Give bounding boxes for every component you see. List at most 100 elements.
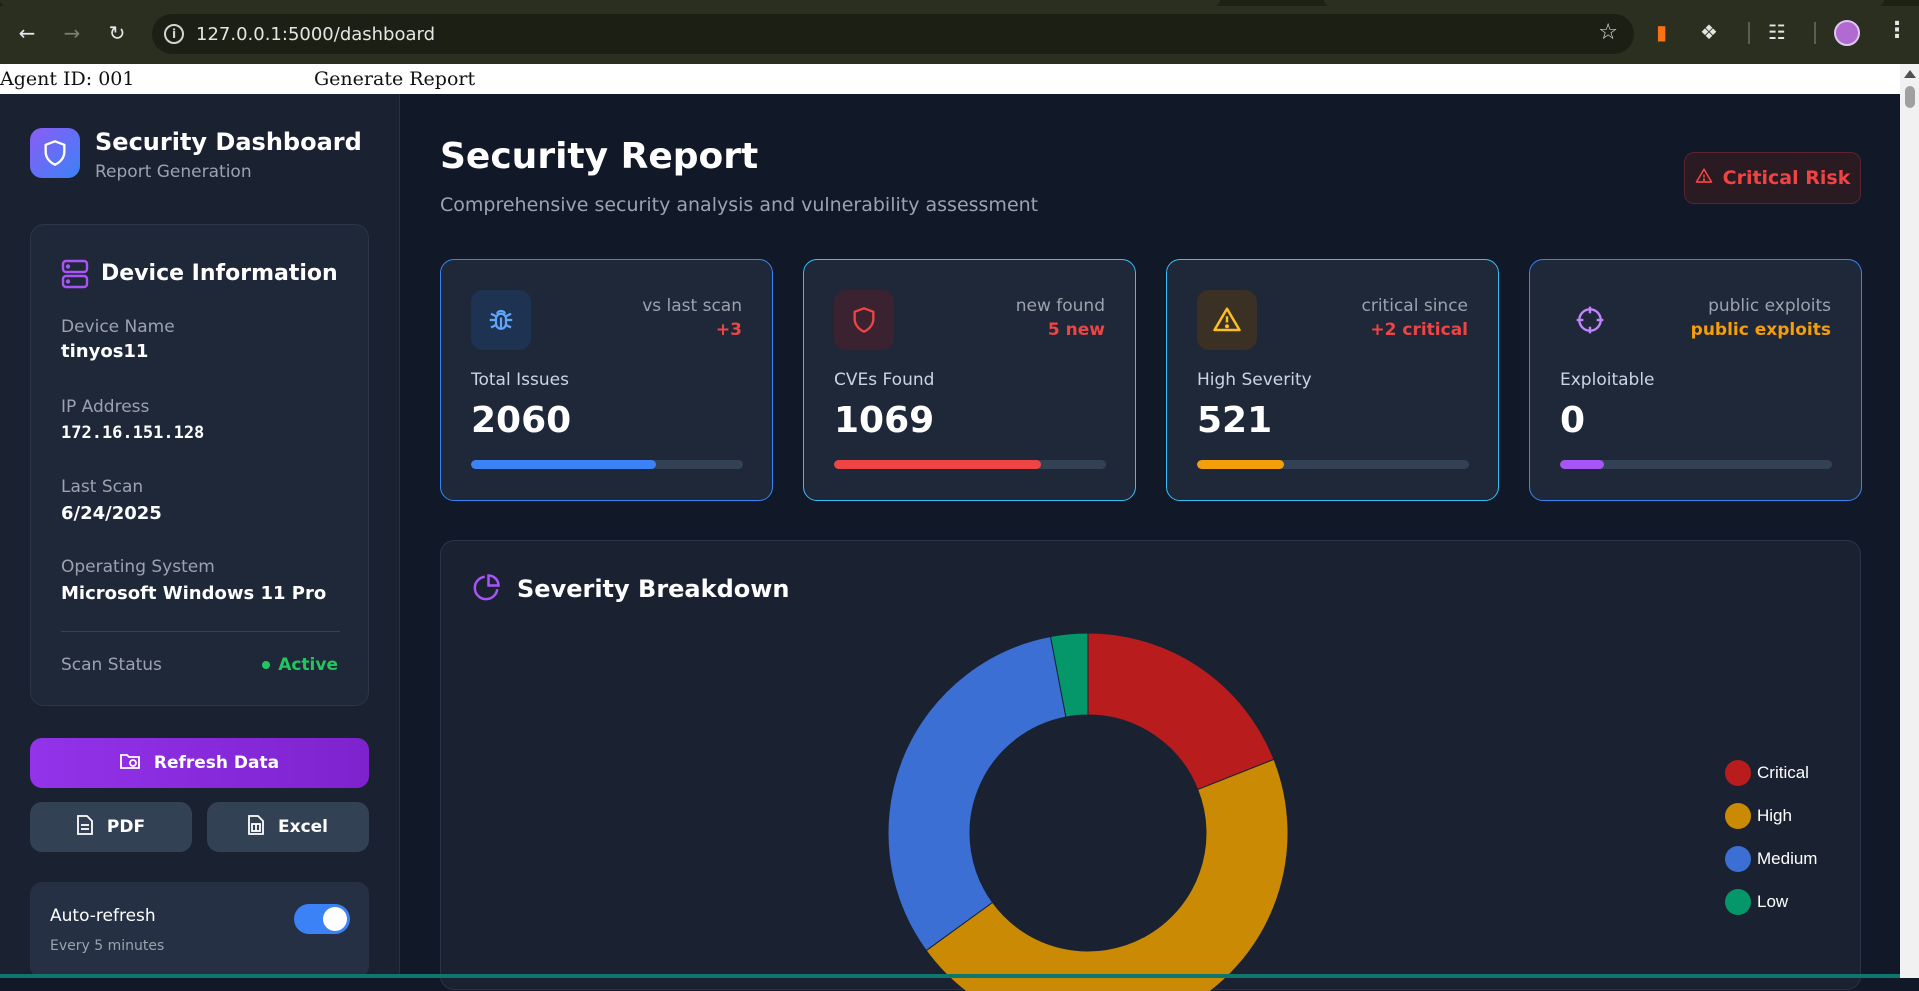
legend-label: Medium xyxy=(1757,848,1818,868)
excel-label: Excel xyxy=(277,817,328,837)
progress-bar xyxy=(834,460,1106,469)
severity-breakdown-card: Severity Breakdown Critical High Medium Low xyxy=(440,540,1861,991)
scroll-up-arrow-icon[interactable] xyxy=(1904,70,1916,78)
status-dot-icon xyxy=(262,661,271,669)
extension-icon[interactable]: ▮ xyxy=(1656,20,1667,44)
refresh-data-button[interactable]: Refresh Data xyxy=(30,738,369,788)
browser-tab[interactable] xyxy=(0,0,1220,6)
delta-label: critical since xyxy=(1361,296,1469,316)
delta-value: +3 xyxy=(715,320,742,340)
legend-label: High xyxy=(1757,805,1792,825)
donut-slice-critical[interactable] xyxy=(1087,632,1275,791)
address-bar[interactable]: i 127.0.0.1:5000/dashboard ☆ xyxy=(152,14,1634,54)
url-text[interactable]: 127.0.0.1:5000/dashboard xyxy=(196,24,435,45)
forward-icon[interactable]: → xyxy=(57,18,87,48)
delta-value: public exploits xyxy=(1690,320,1831,340)
legend-item-critical[interactable]: Critical xyxy=(1725,751,1817,794)
legend-item-low[interactable]: Low xyxy=(1725,880,1817,923)
stat-value: 521 xyxy=(1197,400,1273,441)
browser-menu-icon[interactable]: ⋮ xyxy=(1886,18,1908,43)
excel-export-button[interactable]: Excel xyxy=(207,802,369,852)
stat-label: High Severity xyxy=(1197,370,1312,390)
severity-donut-chart xyxy=(887,632,1289,991)
risk-badge-label: Critical Risk xyxy=(1722,167,1851,189)
ip-address-label: IP Address xyxy=(61,397,150,417)
browser-tab[interactable] xyxy=(1324,0,1884,6)
device-info-heading: Device Information xyxy=(101,261,338,286)
legend-item-medium[interactable]: Medium xyxy=(1725,837,1817,880)
file-icon xyxy=(77,814,93,840)
os-value: Microsoft Windows 11 Pro xyxy=(61,583,327,604)
spreadsheet-icon xyxy=(248,814,264,840)
pdf-label: PDF xyxy=(106,817,146,837)
stat-card-high-severity: critical since +2 critical High Severity… xyxy=(1166,259,1499,501)
page-title: Security Report xyxy=(440,136,759,177)
reading-list-icon[interactable]: ☷ xyxy=(1768,20,1786,44)
site-info-icon[interactable]: i xyxy=(164,24,184,44)
browser-toolbar: ← → ↻ i 127.0.0.1:5000/dashboard ☆ ▮ ❖ ☷… xyxy=(0,0,1919,64)
os-label: Operating System xyxy=(61,557,215,577)
device-name-label: Device Name xyxy=(61,317,175,337)
stat-value: 0 xyxy=(1560,400,1586,441)
scroll-thumb[interactable] xyxy=(1905,86,1915,108)
tab-strip xyxy=(0,0,1919,6)
divider xyxy=(61,631,340,632)
delta-value: 5 new xyxy=(1047,320,1105,340)
donut-slice-high[interactable] xyxy=(925,758,1289,991)
crosshair-icon xyxy=(1560,290,1620,350)
bottom-accent-line xyxy=(0,974,1900,978)
stat-card-cves-found: new found 5 new CVEs Found 1069 xyxy=(803,259,1136,501)
legend-swatch xyxy=(1725,888,1751,915)
bookmark-star-icon[interactable]: ☆ xyxy=(1598,20,1618,45)
stat-card-exploitable: public exploits public exploits Exploita… xyxy=(1529,259,1862,501)
page-scrollbar[interactable] xyxy=(1900,64,1919,978)
legend-item-high[interactable]: High xyxy=(1725,794,1817,837)
progress-bar xyxy=(471,460,743,469)
generate-report-link[interactable]: Generate Report xyxy=(314,68,475,90)
back-icon[interactable]: ← xyxy=(12,18,42,48)
pdf-export-button[interactable]: PDF xyxy=(30,802,192,852)
reload-icon[interactable]: ↻ xyxy=(102,18,132,48)
scan-status-badge: Active xyxy=(262,655,338,675)
page-subtitle: Comprehensive security analysis and vuln… xyxy=(440,194,1039,216)
delta-label: public exploits xyxy=(1708,296,1831,316)
progress-bar xyxy=(1560,460,1832,469)
brand-subtitle: Report Generation xyxy=(95,162,252,182)
donut-slice-medium[interactable] xyxy=(887,635,1067,952)
folder-refresh-icon xyxy=(119,752,140,775)
extensions-puzzle-icon[interactable]: ❖ xyxy=(1700,20,1718,44)
legend-swatch xyxy=(1725,845,1751,872)
shield-icon xyxy=(834,290,894,350)
shield-logo-icon xyxy=(30,128,80,178)
server-icon xyxy=(61,259,89,293)
scan-status-value: Active xyxy=(278,655,338,675)
stat-label: Total Issues xyxy=(471,370,569,390)
delta-label: vs last scan xyxy=(642,296,742,316)
chart-legend: Critical High Medium Low xyxy=(1725,751,1817,923)
progress-fill xyxy=(1560,460,1604,469)
legend-label: Critical xyxy=(1757,762,1809,782)
brand-title: Security Dashboard xyxy=(95,128,362,156)
progress-fill xyxy=(1197,460,1285,469)
toolbar-separator xyxy=(1748,22,1750,44)
auto-refresh-card: Auto-refresh Every 5 minutes xyxy=(30,882,369,978)
warning-triangle-icon xyxy=(1695,167,1713,190)
progress-fill xyxy=(471,460,656,469)
scan-status-label: Scan Status xyxy=(61,655,162,675)
stat-value: 2060 xyxy=(471,400,572,441)
profile-avatar[interactable] xyxy=(1834,20,1860,46)
delta-value: +2 critical xyxy=(1370,320,1468,340)
auto-refresh-label: Auto-refresh xyxy=(50,906,156,926)
auto-refresh-toggle[interactable] xyxy=(294,904,350,934)
warning-icon xyxy=(1197,290,1257,350)
stat-label: Exploitable xyxy=(1560,370,1655,390)
toolbar-separator xyxy=(1814,22,1816,44)
device-name-value: tinyos11 xyxy=(61,341,149,362)
progress-bar xyxy=(1197,460,1469,469)
bug-icon xyxy=(471,290,531,350)
progress-fill xyxy=(834,460,1041,469)
refresh-data-label: Refresh Data xyxy=(153,753,280,773)
stat-card-total-issues: vs last scan +3 Total Issues 2060 xyxy=(440,259,773,501)
legend-label: Low xyxy=(1757,891,1789,911)
stat-label: CVEs Found xyxy=(834,370,935,390)
